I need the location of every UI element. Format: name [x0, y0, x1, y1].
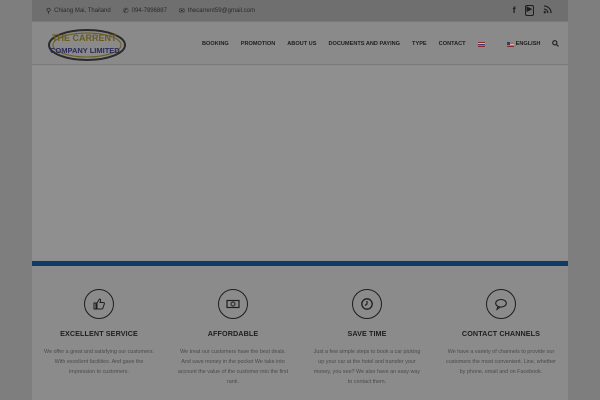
main-header: THE CARRENT COMPANY LIMITED BOOKING PROM… — [32, 21, 568, 65]
location-text: Chiang Mai, Thailand — [54, 7, 111, 14]
language-switcher[interactable]: ENGLISH — [506, 41, 541, 47]
email-info[interactable]: ✉ thecarrent59@gmail.com — [179, 7, 255, 15]
search-icon[interactable] — [552, 39, 560, 49]
feature-title: SAVE TIME — [347, 329, 387, 338]
language-label[interactable]: ENGLISH — [516, 41, 541, 47]
phone-info[interactable]: ✆ 094-7896887 — [123, 7, 167, 15]
features-section: EXCELLENT SERVICE We offer a great and s… — [32, 266, 568, 400]
nav-type[interactable]: TYPE — [412, 41, 427, 47]
logo-line1: THE CARRENT — [52, 33, 117, 43]
nav-booking[interactable]: BOOKING — [202, 41, 229, 47]
map-marker-icon: ⚲ — [46, 7, 52, 15]
clock-icon — [352, 289, 382, 319]
feature-save-time: SAVE TIME Just a few simple steps to boo… — [300, 266, 434, 400]
nav-promotion[interactable]: PROMOTION — [241, 41, 276, 47]
envelope-icon: ✉ — [178, 7, 185, 15]
money-icon — [218, 289, 248, 319]
nav-contact[interactable]: CONTACT — [439, 41, 466, 47]
feature-title: CONTACT CHANNELS — [461, 329, 541, 338]
uk-flag-icon — [506, 41, 514, 47]
feature-text: We treat our customers have the best dea… — [177, 349, 289, 385]
phone-icon: ✆ — [122, 7, 129, 15]
feature-contact-channels: CONTACT CHANNELS We have a variety of ch… — [434, 266, 568, 400]
facebook-icon[interactable]: f — [513, 5, 516, 16]
thai-flag-icon[interactable] — [477, 41, 485, 47]
nav-documents-and-paying[interactable]: DOCUMENTS AND PAYING — [328, 41, 400, 47]
rss-icon[interactable] — [543, 5, 552, 16]
page-container: ⚲ Chiang Mai, Thailand ✆ 094-7896887 ✉ t… — [32, 0, 568, 400]
location-info: ⚲ Chiang Mai, Thailand — [46, 7, 111, 15]
feature-text: Just a few simple steps to book a car pi… — [313, 349, 421, 385]
social-links: f ▶ — [513, 5, 552, 16]
chat-icon — [486, 289, 516, 319]
hero-banner — [32, 66, 568, 260]
feature-title: AFFORDABLE — [207, 329, 259, 338]
main-navigation: BOOKING PROMOTION ABOUT US DOCUMENTS AND… — [202, 22, 560, 66]
phone-text[interactable]: 094-7896887 — [132, 8, 167, 14]
feature-affordable: AFFORDABLE We treat our customers have t… — [166, 266, 300, 400]
feature-excellent-service: EXCELLENT SERVICE We offer a great and s… — [32, 266, 166, 400]
feature-text: We offer a great and satisfying our cust… — [43, 349, 155, 375]
top-info-bar: ⚲ Chiang Mai, Thailand ✆ 094-7896887 ✉ t… — [32, 0, 568, 21]
feature-title: EXCELLENT SERVICE — [60, 329, 138, 338]
thumbs-up-icon — [84, 289, 114, 319]
feature-text: We have a variety of channels to provide… — [446, 349, 556, 375]
logo-line2: COMPANY LIMITED — [50, 46, 120, 55]
nav-about-us[interactable]: ABOUT US — [287, 41, 316, 47]
youtube-icon[interactable]: ▶ — [524, 5, 534, 16]
email-text[interactable]: thecarrent59@gmail.com — [188, 8, 255, 14]
company-logo[interactable]: THE CARRENT COMPANY LIMITED — [47, 28, 127, 62]
